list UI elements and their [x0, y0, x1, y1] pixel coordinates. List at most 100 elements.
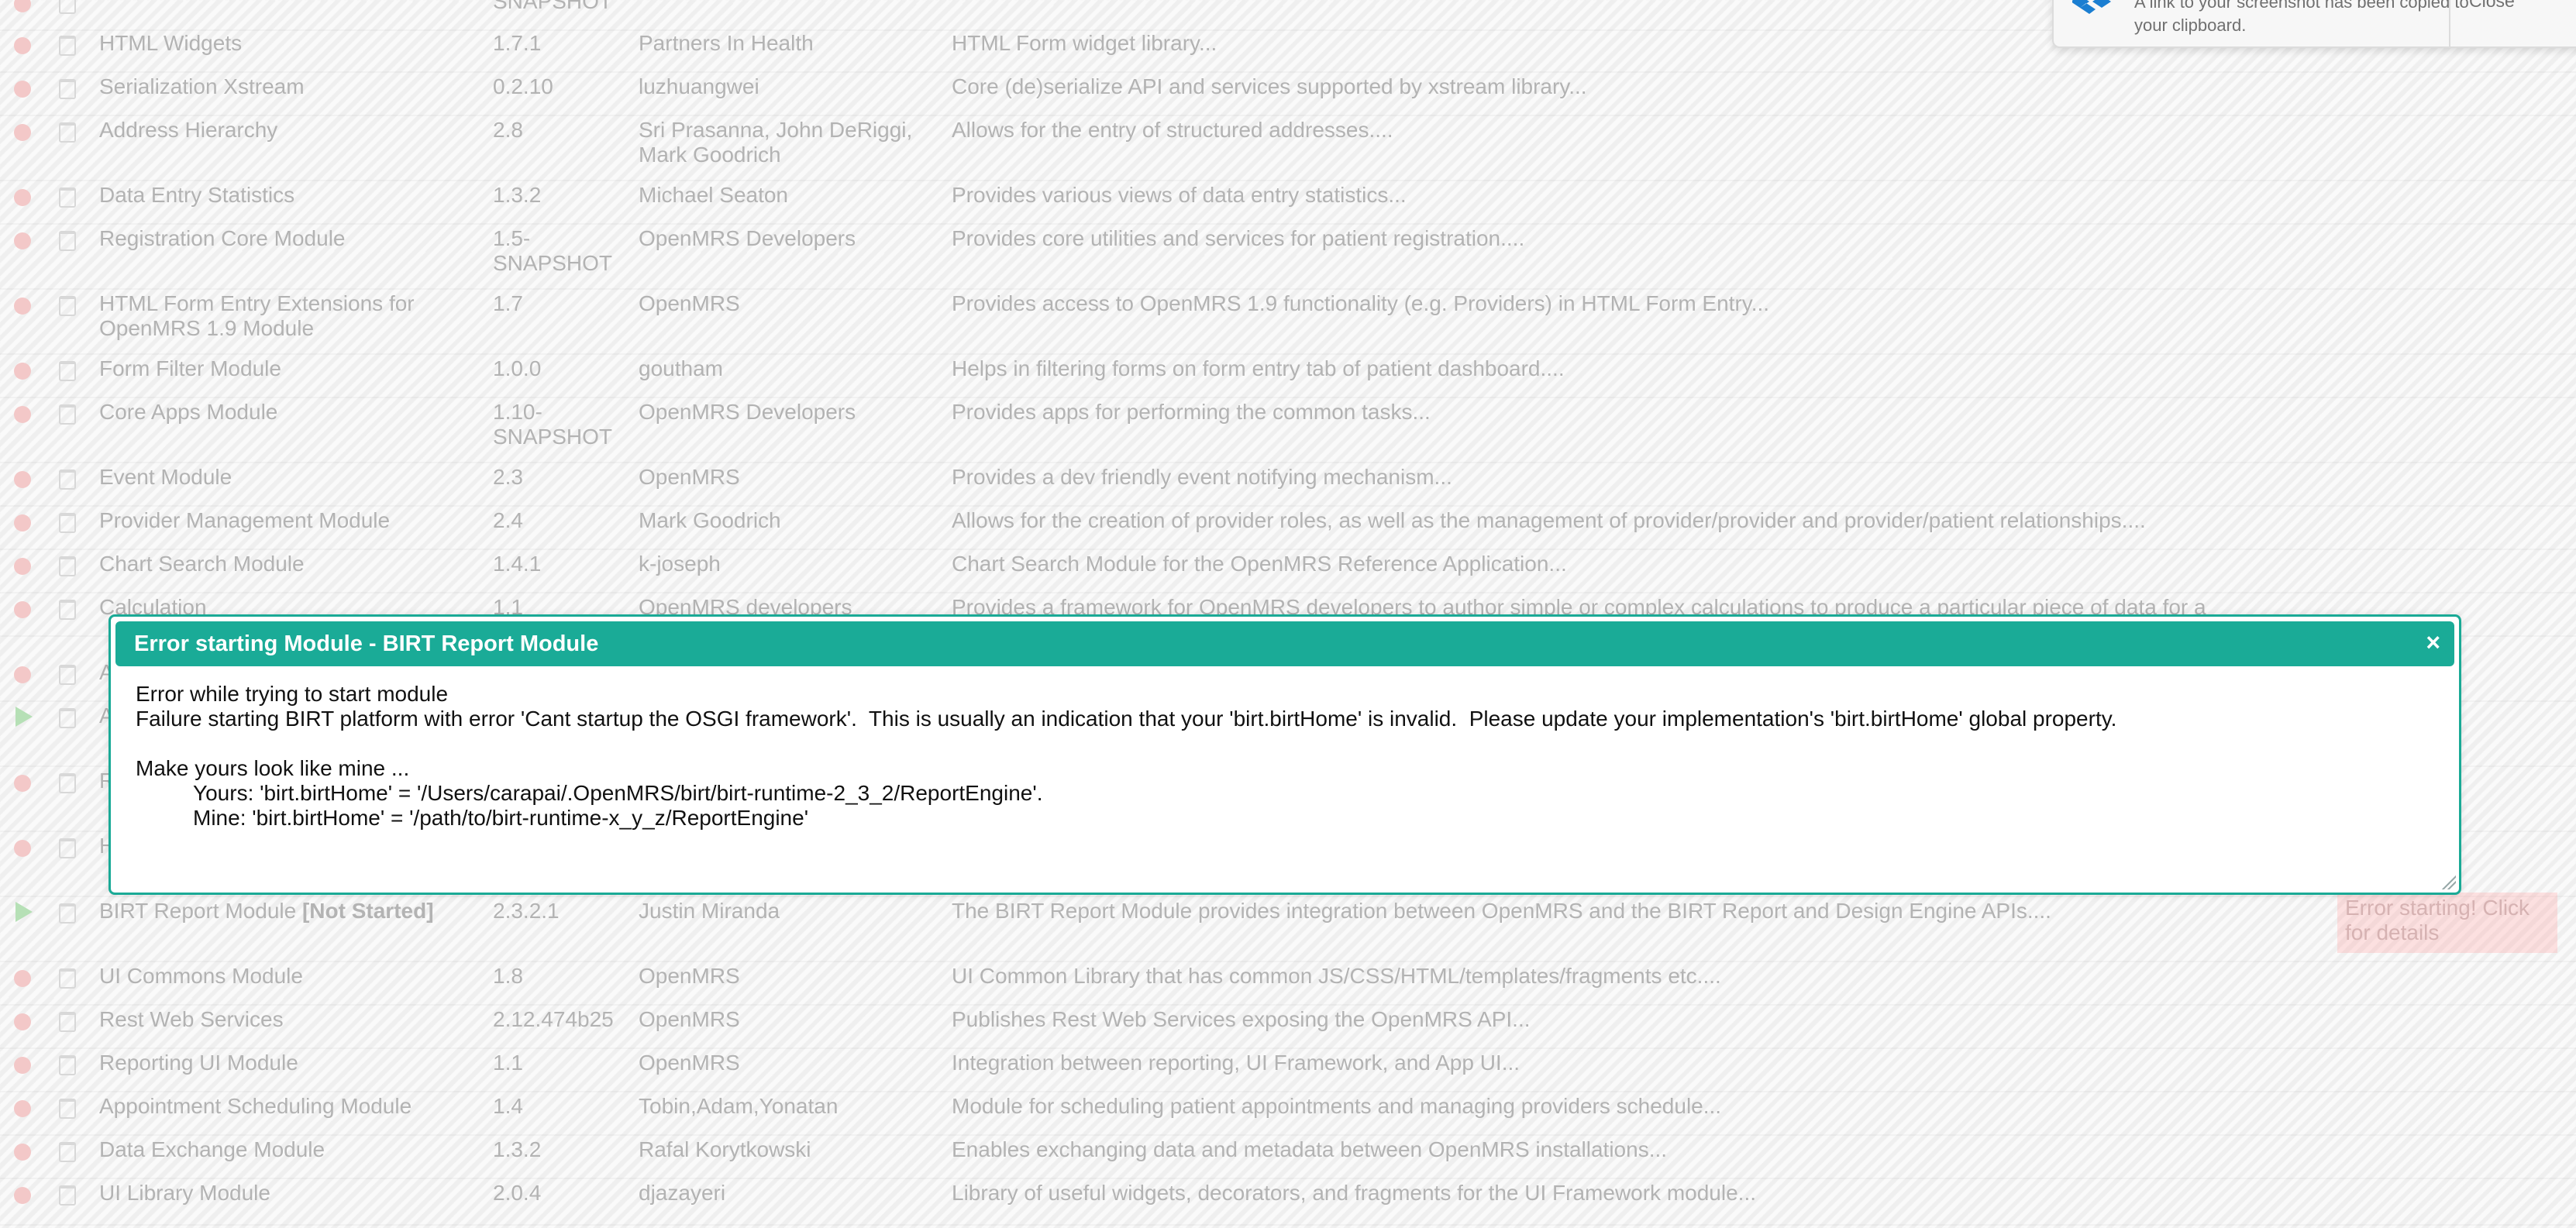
module-name: Form Filter Module [99, 356, 463, 381]
module-description: Enables exchanging data and metadata bet… [952, 1137, 1668, 1161]
error-line-mine: Mine: 'birt.birtHome' = '/path/to/birt-r… [193, 806, 809, 830]
trash-icon[interactable] [59, 79, 76, 99]
trash-icon[interactable] [59, 296, 76, 316]
module-name: Rest Web Services [99, 1007, 463, 1032]
module-name-text: Core Apps Module [99, 400, 278, 424]
module-name-text: Registration Core Module [99, 226, 346, 250]
stop-icon[interactable] [14, 298, 31, 315]
module-version: 1.4 [493, 1094, 523, 1118]
play-icon[interactable] [15, 707, 33, 727]
module-author: Sri Prasanna, John DeRiggi, Mark Goodric… [639, 118, 913, 167]
trash-icon[interactable] [59, 708, 76, 728]
module-name: Core Apps Module [99, 400, 463, 425]
stop-icon[interactable] [14, 81, 31, 98]
stop-icon[interactable] [14, 601, 31, 618]
module-row: Rest Web Services 2.12.474b25 OpenMRS Publi… [0, 1007, 2576, 1049]
trash-icon[interactable] [59, 470, 76, 490]
module-row: Core Apps Module 1.10-SNAPSHOT OpenMRS Dev… [0, 400, 2576, 463]
stop-icon[interactable] [14, 124, 31, 141]
trash-icon[interactable] [59, 556, 76, 576]
stop-icon[interactable] [14, 37, 31, 54]
module-name-text: Data Exchange Module [99, 1137, 325, 1161]
trash-icon[interactable] [59, 968, 76, 989]
dialog-resize-handle[interactable] [2440, 874, 2456, 889]
module-version: 1.1 [493, 1051, 523, 1075]
error-line-2: Failure starting BIRT platform with erro… [136, 707, 2117, 731]
module-row: Registration Core Module 1.5-SNAPSHOT Open… [0, 226, 2576, 290]
trash-icon[interactable] [59, 1185, 76, 1206]
dialog-title: Error starting Module - BIRT Report Modu… [134, 631, 599, 656]
dialog-close-button[interactable]: × [2426, 629, 2440, 655]
trash-icon[interactable] [59, 1142, 76, 1162]
module-description: Allows for the entry of structured addre… [952, 118, 1393, 142]
trash-icon[interactable] [59, 122, 76, 143]
module-version: 1.0.0 [493, 356, 542, 380]
trash-icon[interactable] [59, 404, 76, 425]
module-author: Tobin,Adam,Yonatan [639, 1094, 839, 1118]
module-name: Registration Core Module [99, 226, 463, 251]
module-row: Event Module 2.3 OpenMRS Provides a dev fri… [0, 465, 2576, 507]
stop-icon[interactable] [14, 189, 31, 206]
module-row: Data Exchange Module 1.3.2 Rafal Korytkows… [0, 1137, 2576, 1179]
stop-icon[interactable] [14, 840, 31, 857]
trash-icon[interactable] [59, 187, 76, 208]
stop-icon[interactable] [14, 471, 31, 488]
stop-icon[interactable] [14, 0, 31, 12]
trash-icon[interactable] [59, 361, 76, 381]
trash-icon[interactable] [59, 600, 76, 620]
trash-icon[interactable] [59, 231, 76, 251]
stop-icon[interactable] [14, 232, 31, 249]
error-line-yours: Yours: 'birt.birtHome' = '/Users/carapai… [193, 781, 1043, 805]
module-name: Data Entry Statistics [99, 183, 463, 208]
error-status-link[interactable]: Error starting! Click for details [2337, 893, 2557, 953]
trash-icon[interactable] [59, 1055, 76, 1075]
module-author: Partners In Health [639, 31, 814, 55]
error-line-3: Make yours look like mine ... [136, 756, 410, 780]
stop-icon[interactable] [14, 406, 31, 423]
module-name-text: Address Hierarchy [99, 118, 278, 142]
error-line-1: Error while trying to start module [136, 682, 449, 706]
module-name-text: HTML Widgets [99, 31, 243, 55]
stop-icon[interactable] [14, 363, 31, 380]
trash-icon[interactable] [59, 903, 76, 924]
module-row: Data Entry Statistics 1.3.2 Michael Seaton… [0, 183, 2576, 225]
trash-icon[interactable] [59, 838, 76, 858]
trash-icon[interactable] [59, 773, 76, 793]
trash-icon[interactable] [59, 1099, 76, 1119]
stop-icon[interactable] [14, 666, 31, 683]
module-row: HTML Form Entry Extensions for OpenMRS 1… [0, 291, 2576, 355]
stop-icon[interactable] [14, 970, 31, 987]
module-name: Data Exchange Module [99, 1137, 463, 1162]
module-author: OpenMRS Developers [639, 400, 856, 424]
dropbox-icon [2072, 0, 2111, 14]
trash-icon[interactable] [59, 0, 76, 14]
trash-icon[interactable] [59, 665, 76, 685]
stop-icon[interactable] [14, 1057, 31, 1074]
module-description: The BIRT Report Module provides integrat… [952, 899, 2051, 923]
stop-icon[interactable] [14, 775, 31, 792]
module-row: BIRT Report Module [Not Started] 2.3.2.1 J… [0, 893, 2576, 962]
toast-close-button[interactable]: Close [2469, 0, 2515, 12]
stop-icon[interactable] [14, 558, 31, 575]
module-author: OpenMRS [639, 964, 740, 988]
module-description: Provides core utilities and services for… [952, 226, 1525, 250]
module-name: HTML Widgets [99, 31, 463, 56]
trash-icon[interactable] [59, 1012, 76, 1032]
module-name-text: Data Entry Statistics [99, 183, 295, 207]
module-description: Publishes Rest Web Services exposing the… [952, 1007, 1531, 1031]
stop-icon[interactable] [14, 514, 31, 531]
stop-icon[interactable] [14, 1187, 31, 1204]
trash-icon[interactable] [59, 36, 76, 56]
module-name-text: UI Commons Module [99, 964, 303, 988]
stop-icon[interactable] [14, 1100, 31, 1117]
module-description: Provides various views of data entry sta… [952, 183, 1407, 207]
trash-icon[interactable] [59, 513, 76, 533]
play-icon[interactable] [15, 902, 33, 922]
dialog-titlebar[interactable]: Error starting Module - BIRT Report Modu… [115, 621, 2454, 666]
stop-icon[interactable] [14, 1144, 31, 1161]
module-version: 0.2.10 [493, 74, 553, 98]
module-version: 2.4 [493, 508, 523, 532]
module-version: 1.7 [493, 291, 523, 315]
stop-icon[interactable] [14, 1013, 31, 1030]
module-description: Library of useful widgets, decorators, a… [952, 1181, 1757, 1205]
